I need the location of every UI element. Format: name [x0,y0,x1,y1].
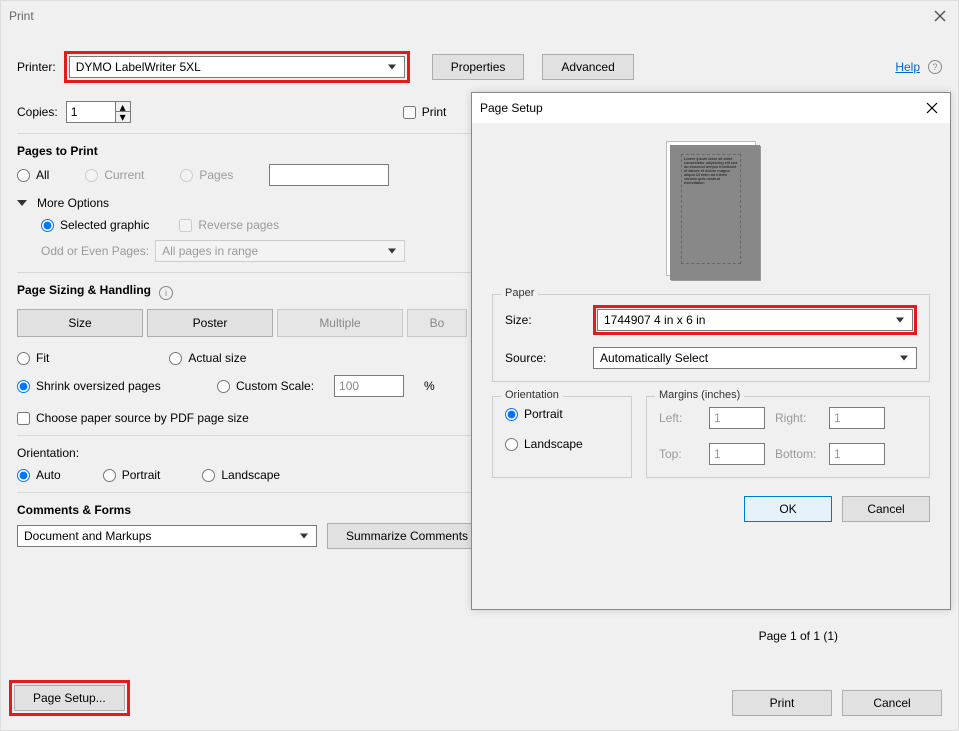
orient-portrait-radio[interactable]: Portrait [103,468,161,482]
margins-grid: Left: Right: Top: Bottom: [659,407,917,465]
page-setup-button[interactable]: Page Setup... [14,685,125,711]
page-indicator: Page 1 of 1 (1) [759,629,838,643]
page-preview-inner: Lorem ipsum dolor sit amet consectetur a… [681,154,741,264]
multiple-tab: Multiple [277,309,403,337]
margin-left-label: Left: [659,411,699,425]
ps-orientation-legend: Orientation [501,389,563,401]
actual-radio[interactable]: Actual size [169,351,246,365]
spinner-down-icon[interactable]: ▾ [116,112,130,122]
paper-size-row: Size: 1744907 4 in x 6 in [505,305,917,335]
paper-source-row: Source: Automatically Select [505,347,917,369]
printer-label: Printer: [17,60,56,74]
custom-scale-input [334,375,404,397]
pages-current-radio[interactable]: Current [85,168,144,182]
orient-margin-row: Orientation Portrait Landscape Margins (… [492,396,930,478]
properties-button[interactable]: Properties [432,54,525,80]
close-icon [934,10,946,22]
page-setup-title: Page Setup [480,101,543,115]
margin-left-input [709,407,765,429]
comments-select[interactable]: Document and Markups [17,525,317,547]
paper-fieldset: Paper Size: 1744907 4 in x 6 in Source: … [492,294,930,382]
sizing-title: Page Sizing & Handling [17,283,151,297]
printer-select[interactable]: DYMO LabelWriter 5XL [69,56,405,78]
margin-right-label: Right: [775,411,819,425]
close-icon [926,102,938,114]
main-print-button[interactable]: Print [732,690,832,716]
summarize-button[interactable]: Summarize Comments [327,523,487,549]
print-title: Print [9,9,34,23]
pages-all-radio[interactable]: All [17,168,49,182]
odd-even-select: All pages in range [155,240,405,262]
page-setup-content: Lorem ipsum dolor sit amet consectetur a… [472,123,950,536]
paper-source-select[interactable]: Automatically Select [593,347,917,369]
paper-size-highlight: 1744907 4 in x 6 in [593,305,917,335]
print-check-input[interactable] [403,106,416,119]
margin-bottom-input [829,443,885,465]
pages-range-input [269,164,389,186]
page-setup-highlight: Page Setup... [9,680,130,716]
ps-orientation-fieldset: Orientation Portrait Landscape [492,396,632,478]
help-link[interactable]: Help [895,60,920,74]
print-titlebar: Print [1,1,958,31]
orient-auto-radio[interactable]: Auto [17,468,61,482]
margin-bottom-label: Bottom: [775,447,819,461]
paper-size-label: Size: [505,313,585,327]
size-tab[interactable]: Size [17,309,143,337]
margins-legend: Margins (inches) [655,389,744,401]
reverse-pages-check[interactable]: Reverse pages [179,218,279,232]
choose-source-check[interactable]: Choose paper source by PDF page size [17,411,249,425]
margins-fieldset: Margins (inches) Left: Right: Top: Botto… [646,396,930,478]
paper-size-select[interactable]: 1744907 4 in x 6 in [597,309,913,331]
percent-label: % [424,379,435,393]
printer-value: DYMO LabelWriter 5XL [76,60,201,74]
page-preview-wrap: Lorem ipsum dolor sit amet consectetur a… [492,141,930,276]
print-dialog-buttons: Print Cancel [732,690,942,716]
printer-row: Printer: DYMO LabelWriter 5XL Properties… [17,51,942,83]
custom-scale-radio[interactable]: Custom Scale: [217,379,314,393]
copies-spinner-buttons[interactable]: ▴ ▾ [116,101,131,123]
print-close-button[interactable] [930,6,950,26]
print-check-label: Print [422,105,447,119]
ps-portrait-radio[interactable]: Portrait [505,407,619,421]
ps-ok-button[interactable]: OK [744,496,832,522]
ps-landscape-radio[interactable]: Landscape [505,437,619,451]
paper-source-label: Source: [505,351,585,365]
margin-right-input [829,407,885,429]
info-icon[interactable]: i [159,286,173,300]
odd-even-label: Odd or Even Pages: [41,244,149,258]
page-preview: Lorem ipsum dolor sit amet consectetur a… [666,141,756,276]
paper-legend: Paper [501,287,538,299]
booklet-tab: Bo [407,309,467,337]
page-setup-titlebar: Page Setup [472,93,950,123]
margin-top-label: Top: [659,447,699,461]
page-setup-close-button[interactable] [922,98,942,118]
fit-radio[interactable]: Fit [17,351,49,365]
pages-range-radio[interactable]: Pages [180,168,233,182]
advanced-button[interactable]: Advanced [542,54,633,80]
poster-tab[interactable]: Poster [147,309,273,337]
help-icon[interactable]: ? [928,60,942,74]
chevron-down-icon [17,200,27,206]
main-cancel-button[interactable]: Cancel [842,690,942,716]
page-setup-buttons: OK Cancel [492,496,930,522]
page-setup-dialog: Page Setup Lorem ipsum dolor sit amet co… [471,92,951,610]
margin-top-input [709,443,765,465]
orient-landscape-radio[interactable]: Landscape [202,468,280,482]
ps-cancel-button[interactable]: Cancel [842,496,930,522]
shrink-radio[interactable]: Shrink oversized pages [17,379,197,393]
print-grayscale-check[interactable]: Print [403,105,447,119]
selected-graphic-radio[interactable]: Selected graphic [41,218,149,232]
copies-spinner[interactable]: ▴ ▾ [66,101,131,123]
copies-label: Copies: [17,105,58,119]
printer-highlight: DYMO LabelWriter 5XL [64,51,410,83]
copies-input[interactable] [66,101,116,123]
